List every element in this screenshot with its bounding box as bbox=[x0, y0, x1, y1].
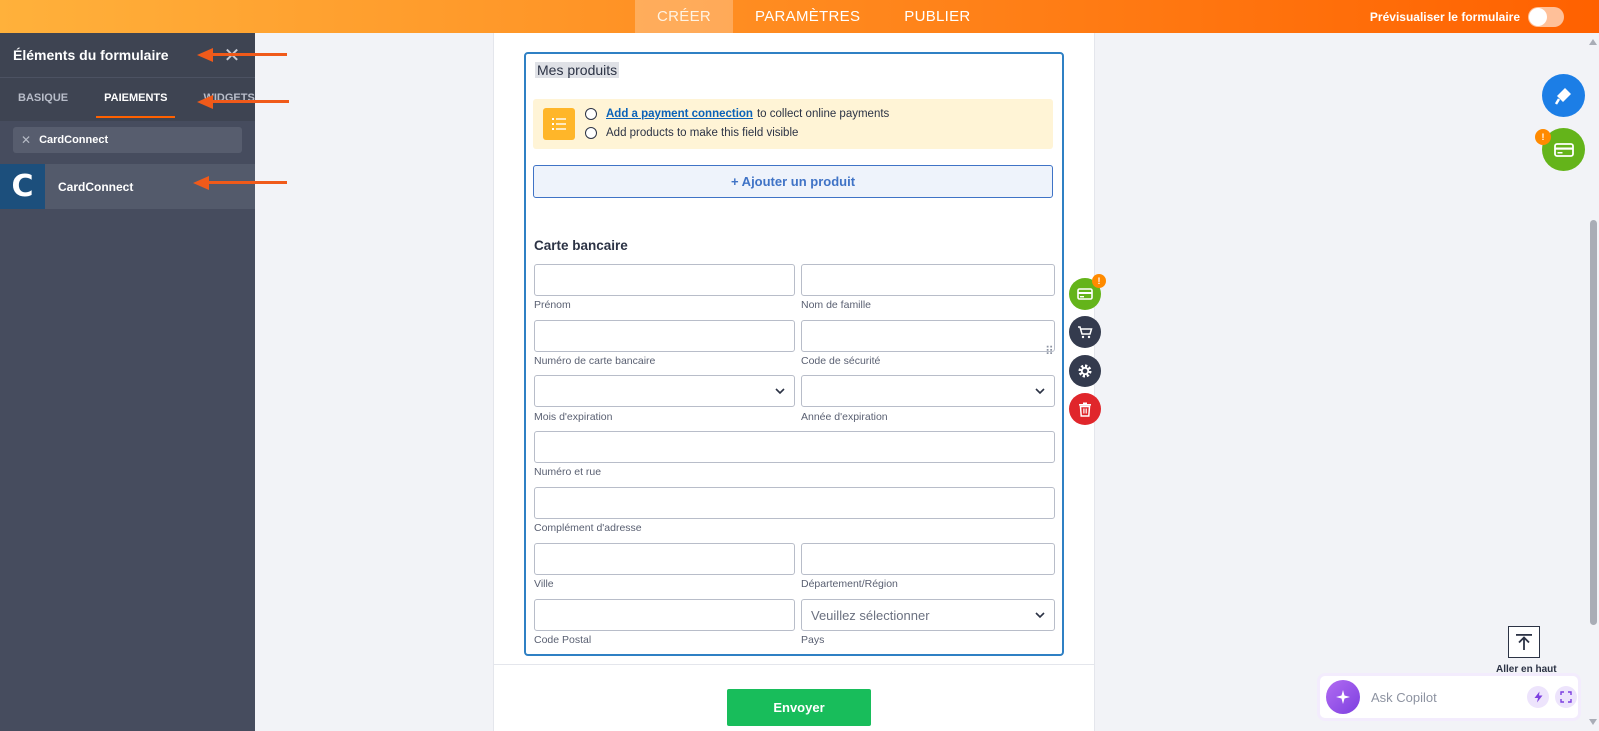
credit-card-icon bbox=[1553, 142, 1574, 157]
card-number-label: Numéro de carte bancaire bbox=[534, 355, 656, 367]
form-divider bbox=[493, 664, 1095, 665]
country-placeholder: Veuillez sélectionner bbox=[811, 608, 930, 623]
exp-month-label: Mois d'expiration bbox=[534, 411, 613, 423]
address2-label: Complément d'adresse bbox=[534, 522, 642, 534]
preview-label: Prévisualiser le formulaire bbox=[1369, 9, 1520, 24]
state-label: Département/Région bbox=[801, 578, 898, 590]
gear-icon bbox=[1078, 364, 1092, 378]
first-name-label: Prénom bbox=[534, 299, 571, 311]
cardconnect-logo-icon: C bbox=[0, 164, 45, 209]
tab-creer[interactable]: CRÉER bbox=[635, 0, 734, 33]
drag-handle-icon[interactable]: ⠿ bbox=[1045, 345, 1054, 357]
card-section-title: Carte bancaire bbox=[534, 238, 628, 253]
security-code-input[interactable] bbox=[801, 320, 1055, 352]
credit-card-icon bbox=[1077, 288, 1093, 300]
trash-icon bbox=[1079, 402, 1091, 417]
paint-roller-icon bbox=[1554, 87, 1571, 105]
clear-search-icon[interactable]: ✕ bbox=[21, 133, 31, 147]
sparkle-icon bbox=[1326, 680, 1360, 714]
add-product-button[interactable]: + Ajouter un produit bbox=[533, 165, 1053, 198]
scroll-down-arrow-icon[interactable] bbox=[1589, 719, 1597, 725]
tab-publier[interactable]: PUBLIER bbox=[882, 0, 992, 33]
first-name-input[interactable] bbox=[534, 264, 795, 296]
postal-label: Code Postal bbox=[534, 634, 592, 646]
panel-title: Éléments du formulaire bbox=[13, 47, 169, 63]
street-label: Numéro et rue bbox=[534, 466, 602, 478]
last-name-input[interactable] bbox=[801, 264, 1055, 296]
warning-line-1-text: to collect online payments bbox=[756, 108, 890, 120]
expand-icon[interactable] bbox=[1555, 686, 1577, 708]
last-name-label: Nom de famille bbox=[801, 299, 872, 311]
warning-badge: ! bbox=[1092, 274, 1106, 288]
chevron-down-icon bbox=[1035, 612, 1045, 619]
chevron-down-icon bbox=[1035, 388, 1045, 395]
state-input[interactable] bbox=[801, 543, 1055, 575]
element-search-input[interactable] bbox=[39, 134, 220, 146]
preview-toggle[interactable] bbox=[1528, 6, 1564, 27]
warning-line-2-text: Add products to make this field visible bbox=[606, 127, 799, 139]
annotation-arrow bbox=[193, 176, 287, 190]
scrollbar-thumb[interactable] bbox=[1590, 220, 1597, 625]
country-select[interactable]: Veuillez sélectionner bbox=[801, 599, 1055, 631]
copilot-bar bbox=[1317, 673, 1581, 721]
annotation-arrow bbox=[197, 48, 287, 62]
list-icon bbox=[543, 108, 575, 140]
products-title[interactable]: Mes produits bbox=[535, 62, 620, 78]
submit-button[interactable]: Envoyer bbox=[727, 689, 871, 726]
tab-basique[interactable]: BASIQUE bbox=[0, 78, 86, 121]
annotation-arrow bbox=[197, 95, 289, 109]
cart-icon bbox=[1078, 326, 1093, 339]
postal-input[interactable] bbox=[534, 599, 795, 631]
element-item-label: CardConnect bbox=[58, 179, 134, 194]
delete-field-button[interactable] bbox=[1069, 393, 1101, 425]
city-label: Ville bbox=[534, 578, 554, 590]
warning-line-1: Add a payment connection to collect onli… bbox=[585, 108, 889, 120]
exp-year-label: Année d'expiration bbox=[801, 411, 888, 423]
preview-control: Prévisualiser le formulaire bbox=[1370, 0, 1564, 33]
scrollbar[interactable] bbox=[1587, 33, 1599, 731]
lightning-icon[interactable] bbox=[1527, 686, 1549, 708]
security-code-label: Code de sécurité bbox=[801, 355, 881, 367]
chevron-down-icon bbox=[775, 388, 785, 395]
arrow-up-icon bbox=[1516, 634, 1532, 650]
products-button[interactable] bbox=[1069, 316, 1101, 348]
copilot-input[interactable] bbox=[1371, 689, 1521, 705]
street-input[interactable] bbox=[534, 431, 1055, 463]
circle-icon bbox=[585, 127, 597, 139]
go-top-button[interactable] bbox=[1508, 626, 1540, 658]
country-label: Pays bbox=[801, 634, 825, 646]
card-number-input[interactable] bbox=[534, 320, 795, 352]
add-payment-connection-link[interactable]: Add a payment connection bbox=[606, 108, 753, 120]
scroll-up-arrow-icon[interactable] bbox=[1589, 39, 1597, 45]
form-elements-panel: Éléments du formulaire ✕ BASIQUE PAIEMEN… bbox=[0, 33, 255, 731]
city-input[interactable] bbox=[534, 543, 795, 575]
form-designer-button[interactable] bbox=[1542, 74, 1585, 117]
address2-input[interactable] bbox=[534, 487, 1055, 519]
circle-icon bbox=[585, 108, 597, 120]
top-bar: CRÉER PARAMÈTRES PUBLIER Prévisualiser l… bbox=[0, 0, 1599, 33]
exp-month-select[interactable] bbox=[534, 375, 795, 407]
payment-warning: Add a payment connection to collect onli… bbox=[533, 99, 1053, 149]
field-settings-button[interactable] bbox=[1069, 355, 1101, 387]
warning-badge: ! bbox=[1535, 129, 1551, 145]
warning-line-2: Add products to make this field visible bbox=[585, 127, 798, 139]
tab-parametres[interactable]: PARAMÈTRES bbox=[733, 0, 882, 33]
tab-paiements[interactable]: PAIEMENTS bbox=[86, 78, 185, 121]
top-nav: CRÉER PARAMÈTRES PUBLIER bbox=[635, 0, 993, 33]
element-search: ✕ bbox=[13, 127, 242, 153]
exp-year-select[interactable] bbox=[801, 375, 1055, 407]
